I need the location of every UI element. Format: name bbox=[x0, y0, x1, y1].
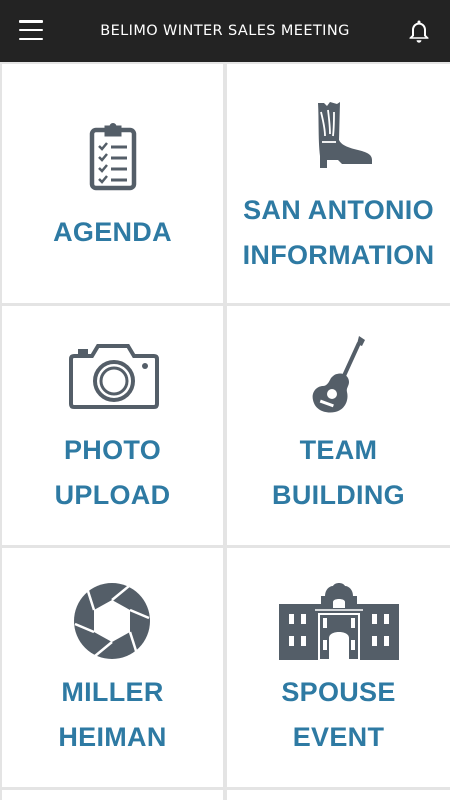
tile-next-row-left[interactable] bbox=[2, 790, 223, 800]
tile-label: AGENDA bbox=[53, 217, 172, 247]
tile-team-building[interactable]: TEAM BUILDING bbox=[227, 306, 450, 545]
camera-icon bbox=[68, 340, 160, 410]
camera-aperture-icon bbox=[73, 582, 151, 660]
tile-photo-upload[interactable]: PHOTO UPLOAD bbox=[2, 306, 223, 545]
tile-label: SPOUSE EVENT bbox=[281, 677, 396, 752]
tile-spouse-event[interactable]: SPOUSE EVENT bbox=[227, 548, 450, 787]
notification-bell-icon[interactable] bbox=[405, 17, 433, 45]
tile-next-row-right[interactable] bbox=[227, 790, 450, 800]
tile-label: PHOTO UPLOAD bbox=[54, 435, 171, 510]
tile-agenda[interactable]: AGENDA bbox=[2, 64, 223, 303]
tile-label: TEAM BUILDING bbox=[272, 435, 405, 510]
page-title: BELIMO WINTER SALES MEETING bbox=[100, 23, 350, 39]
acoustic-guitar-icon bbox=[307, 334, 369, 420]
tile-san-antonio-information[interactable]: SAN ANTONIO INFORMATION bbox=[227, 64, 450, 303]
app-screen: BELIMO WINTER SALES MEETING AGENDA SAN A… bbox=[0, 0, 450, 800]
hamburger-menu-icon[interactable] bbox=[19, 20, 43, 40]
clipboard-checklist-icon bbox=[88, 122, 138, 192]
cowboy-boot-icon bbox=[312, 100, 376, 170]
alamo-building-icon bbox=[279, 580, 399, 661]
top-app-bar: BELIMO WINTER SALES MEETING bbox=[0, 0, 450, 62]
tile-label: MILLER HEIMAN bbox=[58, 677, 167, 752]
tile-miller-heiman[interactable]: MILLER HEIMAN bbox=[2, 548, 223, 787]
menu-grid: AGENDA SAN ANTONIO INFORMATION PHOTO UPL… bbox=[0, 62, 450, 800]
tile-label: SAN ANTONIO INFORMATION bbox=[242, 195, 435, 270]
